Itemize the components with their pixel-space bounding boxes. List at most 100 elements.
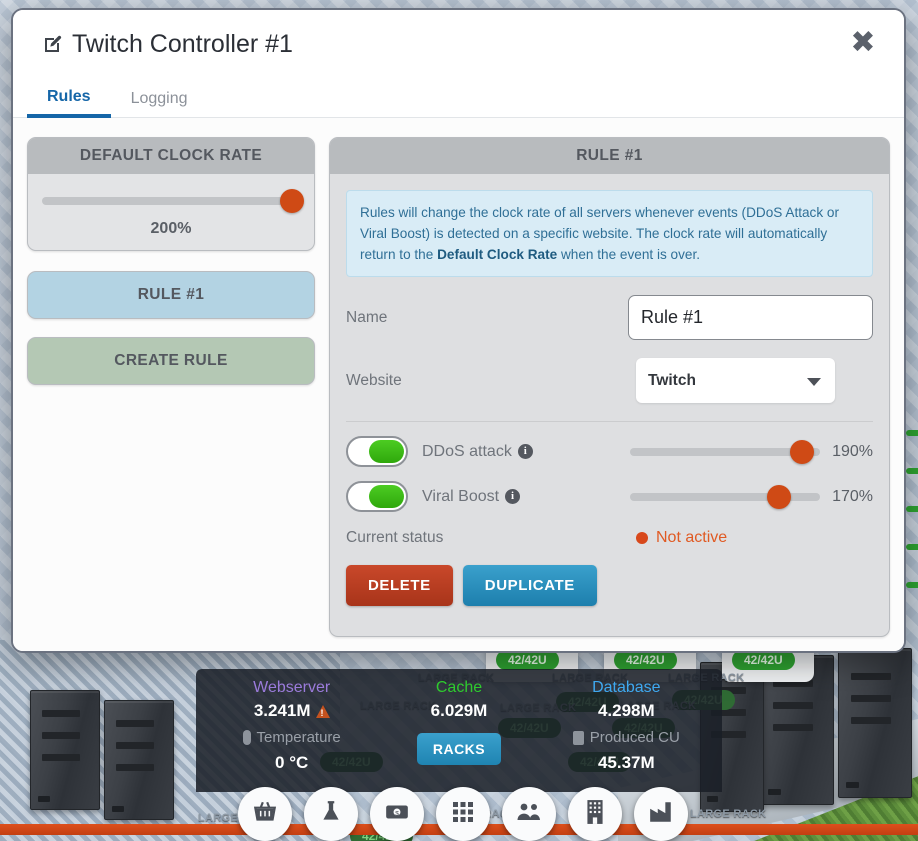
people-icon <box>515 798 543 831</box>
controller-dialog: Twitch Controller #1 ✖ Rules Logging DEF… <box>11 8 906 653</box>
stats-hud: Webserver 3.241M Temperature 0 °C Cache … <box>196 669 722 792</box>
ddos-attack-row: DDoS attack i 190% <box>346 436 873 468</box>
rule-panel-title: RULE #1 <box>330 138 889 174</box>
ddos-attack-label-group: DDoS attack i <box>422 443 630 461</box>
webserver-label: Webserver <box>253 679 331 696</box>
rack-capacity-badge <box>906 468 918 474</box>
default-clock-rate-title: DEFAULT CLOCK RATE <box>28 138 314 174</box>
website-label: Website <box>346 371 402 389</box>
create-rule-button[interactable]: CREATE RULE <box>27 337 315 385</box>
finance-button[interactable]: $ <box>370 787 424 841</box>
database-value: 4.298M <box>597 701 655 720</box>
building-button[interactable] <box>568 787 622 841</box>
sidebar-item-rule-1[interactable]: RULE #1 <box>27 271 315 319</box>
grid-icon <box>451 800 475 829</box>
components-button[interactable] <box>436 787 490 841</box>
info-box: Rules will change the clock rate of all … <box>346 190 873 278</box>
ddos-attack-value: 190% <box>832 442 873 460</box>
temperature-label-group: Temperature <box>208 729 375 746</box>
production-button[interactable] <box>634 787 688 841</box>
rack-capacity-badge <box>906 430 918 436</box>
status-badge: Not active <box>656 529 728 547</box>
rule-detail-panel: RULE #1 Rules will change the clock rate… <box>329 137 890 637</box>
toggle-knob <box>369 440 404 464</box>
webserver-value: 3.241M <box>253 701 311 720</box>
default-clock-rate-value: 200% <box>150 220 192 237</box>
name-label: Name <box>346 308 388 326</box>
default-clock-rate-panel: DEFAULT CLOCK RATE 200% <box>27 137 315 251</box>
dialog-header: Twitch Controller #1 ✖ Rules Logging <box>13 10 904 118</box>
webserver-value-group: 3.241M <box>208 701 375 721</box>
current-status-label: Current status <box>346 529 444 547</box>
server-cabinet <box>30 690 100 810</box>
racks-button[interactable]: RACKS <box>416 733 502 765</box>
default-clock-rate-body: 200% <box>28 174 314 250</box>
info-icon[interactable]: i <box>505 489 521 505</box>
temperature-value: 0 °C <box>275 753 309 772</box>
warning-icon <box>315 704 330 718</box>
toggle-knob <box>369 485 404 509</box>
produced-cu-label-group: Produced CU <box>543 729 710 746</box>
basket-icon <box>252 799 278 830</box>
website-select[interactable]: Twitch <box>636 358 835 404</box>
edit-square-icon <box>43 32 63 61</box>
rack-label: LARGE RACK <box>690 808 767 820</box>
stats-hud-grid: Webserver 3.241M Temperature 0 °C Cache … <box>196 669 722 792</box>
produced-cu-value: 45.37M <box>597 753 655 772</box>
viral-boost-slider[interactable] <box>630 484 821 509</box>
cache-value: 6.029M <box>430 701 488 720</box>
rule-name-input[interactable] <box>628 295 873 341</box>
bottom-toolbar: $ <box>238 787 688 841</box>
tab-rules[interactable]: Rules <box>27 80 111 118</box>
default-clock-rate-slider[interactable] <box>42 189 304 213</box>
name-row: Name <box>346 295 873 341</box>
factory-icon <box>648 800 674 829</box>
viral-boost-toggle[interactable] <box>346 481 408 513</box>
hud-column-cache: Cache 6.029M RACKS <box>375 679 542 788</box>
rack-capacity-badge: 42/42U <box>614 650 677 670</box>
delete-button[interactable]: DELETE <box>346 565 453 607</box>
database-value-group: 4.298M <box>543 701 710 721</box>
rack-capacity-badge: 42/42U <box>732 650 795 670</box>
hud-column-webserver: Webserver 3.241M Temperature 0 °C <box>208 679 375 788</box>
slider-knob[interactable] <box>766 484 791 509</box>
ddos-attack-toggle[interactable] <box>346 436 408 468</box>
duplicate-button[interactable]: DUPLICATE <box>462 565 597 607</box>
close-icon[interactable]: ✖ <box>844 24 882 62</box>
cache-label: Cache <box>435 679 483 696</box>
viral-boost-label-group: Viral Boost i <box>422 488 630 506</box>
hud-column-database: Database 4.298M Produced CU 45.37M <box>543 679 710 788</box>
ddos-attack-slider[interactable] <box>630 439 821 464</box>
database-label: Database <box>592 679 661 696</box>
section-divider <box>346 421 873 423</box>
slider-track <box>630 492 821 501</box>
shop-button[interactable] <box>238 787 292 841</box>
website-row: Website Twitch <box>346 358 873 404</box>
slider-knob[interactable] <box>280 189 304 213</box>
research-button[interactable] <box>304 787 358 841</box>
rack-capacity-badge <box>906 544 918 550</box>
chip-icon <box>572 730 584 745</box>
slider-track <box>42 197 300 205</box>
thermometer-icon <box>242 730 251 745</box>
info-icon[interactable]: i <box>517 444 533 460</box>
chevron-down-icon <box>807 377 821 386</box>
rack-capacity-badge <box>906 582 918 588</box>
status-dot-icon <box>636 532 648 545</box>
slider-knob[interactable] <box>789 439 814 464</box>
ddos-attack-label: DDoS attack <box>422 442 512 460</box>
tab-bar: Rules Logging <box>13 80 904 118</box>
server-cabinet <box>838 648 912 798</box>
building-icon <box>583 799 607 830</box>
rule-panel-body: Rules will change the clock rate of all … <box>330 174 889 622</box>
cache-value-group: 6.029M <box>375 701 542 721</box>
page-title: Twitch Controller #1 <box>43 30 293 61</box>
sidebar: DEFAULT CLOCK RATE 200% RULE #1 CREATE R… <box>27 132 315 637</box>
dialog-body: DEFAULT CLOCK RATE 200% RULE #1 CREATE R… <box>13 118 904 651</box>
staff-button[interactable] <box>502 787 556 841</box>
money-icon: $ <box>384 799 410 830</box>
rack-capacity-badge <box>906 506 918 512</box>
tab-logging[interactable]: Logging <box>111 80 208 118</box>
produced-cu-label: Produced CU <box>589 729 680 746</box>
rack-capacity-badge: 42/42U <box>496 650 559 670</box>
